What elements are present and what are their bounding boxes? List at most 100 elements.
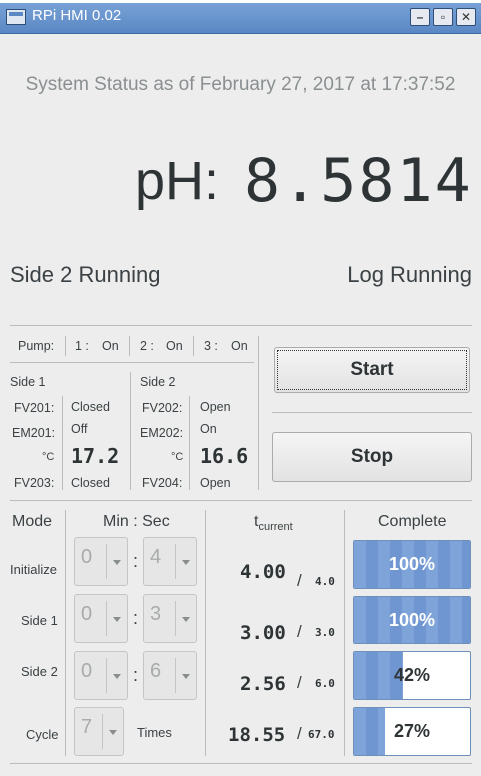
row-cycle-mode: Cycle: [26, 727, 59, 742]
cycle-total: 67.0: [308, 728, 335, 741]
side2-temp-unit: °C: [171, 451, 184, 463]
side1-temperature: 17.2: [71, 444, 120, 468]
chevron-down-icon: [113, 559, 121, 565]
side2-colon: :: [133, 665, 139, 685]
side2-sec-value: 6: [150, 660, 162, 682]
initialize-colon: :: [133, 551, 139, 571]
ph-label: pH:: [135, 151, 220, 211]
fv201-label: FV201:: [14, 401, 55, 415]
fv202-value: Open: [200, 400, 231, 414]
em202-value: On: [200, 422, 217, 436]
side1-progress: 100%: [353, 596, 471, 644]
cycle-progress: 27%: [353, 707, 471, 756]
cycle-count-spinner[interactable]: 7: [74, 707, 124, 756]
side2-min-value: 0: [81, 660, 93, 682]
side1-sec-value: 3: [150, 603, 162, 625]
side1-total: 3.0: [315, 626, 335, 639]
pump-3-name: 3 :: [204, 339, 218, 353]
fv201-value: Closed: [71, 400, 110, 414]
tcurrent-header-sub: current: [258, 521, 293, 534]
cycle-percent: 27%: [393, 721, 431, 741]
ph-value: 8.5814: [244, 146, 473, 216]
divider-bottom: [10, 763, 472, 764]
em202-label: EM202:: [140, 426, 184, 440]
chevron-down-icon: [113, 616, 121, 622]
tcurrent-header: tcurrent: [254, 513, 293, 533]
pump-label: Pump:: [18, 339, 55, 353]
fv203-label: FV203:: [14, 476, 55, 490]
side2-current: 2.56: [240, 673, 286, 695]
em201-value: Off: [71, 422, 88, 436]
app-window-icon: [6, 9, 26, 25]
initialize-min-value: 0: [81, 546, 93, 568]
pump-divider-2: [129, 336, 130, 356]
row-initialize-mode: Initialize: [10, 562, 57, 577]
pump-3-state: On: [231, 339, 248, 353]
pump-divider-1: [65, 336, 66, 356]
mode-header: Mode: [12, 513, 53, 530]
pump-divider-3: [193, 336, 194, 356]
minsec-header: Min : Sec: [103, 513, 170, 530]
initialize-min-spinner[interactable]: 0: [74, 537, 128, 586]
complete-header: Complete: [378, 513, 447, 530]
side1-colon: :: [133, 608, 139, 628]
panel-divider: [258, 336, 259, 490]
side1-min-value: 0: [81, 603, 93, 625]
divider-top: [10, 325, 472, 326]
minimize-button[interactable]: –: [410, 8, 430, 26]
side1-temp-unit: °C: [42, 451, 55, 463]
pump-2-state: On: [166, 339, 183, 353]
initialize-sec-spinner[interactable]: 4: [143, 537, 197, 586]
col-divider-1: [65, 510, 66, 756]
side1-current: 3.00: [240, 622, 286, 644]
cycle-count-value: 7: [81, 716, 93, 738]
title-bar: RPi HMI 0.02 – ▫ ✕: [0, 0, 481, 34]
em201-label: EM201:: [12, 426, 56, 440]
chevron-down-icon: [109, 729, 117, 735]
pump-2-name: 2 :: [140, 339, 154, 353]
cycle-times-label: Times: [137, 725, 172, 740]
pump-1-state: On: [102, 339, 119, 353]
initialize-current: 4.00: [240, 561, 286, 583]
side2-title: Side 2: [140, 375, 176, 389]
divider-buttons: [272, 412, 472, 413]
side2-min-spinner[interactable]: 0: [74, 651, 128, 700]
row-side2-mode: Side 2: [21, 664, 58, 679]
divider-middle: [10, 500, 472, 501]
side2-slash: /: [297, 673, 302, 692]
log-running-status: Log Running: [347, 262, 472, 287]
fv204-label: FV204:: [142, 476, 183, 490]
chevron-down-icon: [113, 673, 121, 679]
close-button[interactable]: ✕: [456, 8, 476, 26]
initialize-percent: 100%: [388, 554, 436, 574]
side1-percent: 100%: [388, 609, 436, 630]
cycle-current: 18.55: [228, 724, 286, 746]
cycle-slash: /: [297, 724, 302, 743]
chevron-down-icon: [182, 673, 190, 679]
sides-divider: [130, 372, 131, 490]
side-running-status: Side 2 Running: [10, 262, 161, 287]
window-title: RPi HMI 0.02: [32, 7, 122, 24]
side2-temperature: 16.6: [200, 444, 249, 468]
initialize-total: 4.0: [315, 575, 335, 588]
fv204-value: Open: [200, 476, 231, 490]
col-divider-2: [205, 510, 206, 756]
side1-sec-spinner[interactable]: 3: [143, 594, 197, 643]
side2-inner-divider: [189, 396, 190, 490]
side1-title: Side 1: [10, 375, 46, 389]
chevron-down-icon: [182, 559, 190, 565]
initialize-sec-value: 4: [150, 546, 162, 568]
title-bar-top-line: [0, 0, 481, 3]
stop-button[interactable]: Stop: [272, 432, 472, 482]
side1-slash: /: [297, 622, 302, 641]
initialize-slash: /: [297, 571, 302, 590]
side2-sec-spinner[interactable]: 6: [143, 651, 197, 700]
side2-percent: 42%: [393, 665, 431, 685]
fv202-label: FV202:: [142, 401, 183, 415]
start-button[interactable]: Start: [274, 347, 470, 393]
restore-button[interactable]: ▫: [433, 8, 453, 26]
chevron-down-icon: [182, 616, 190, 622]
side2-total: 6.0: [315, 677, 335, 690]
system-status-timestamp: System Status as of February 27, 2017 at…: [25, 74, 456, 95]
side1-min-spinner[interactable]: 0: [74, 594, 128, 643]
